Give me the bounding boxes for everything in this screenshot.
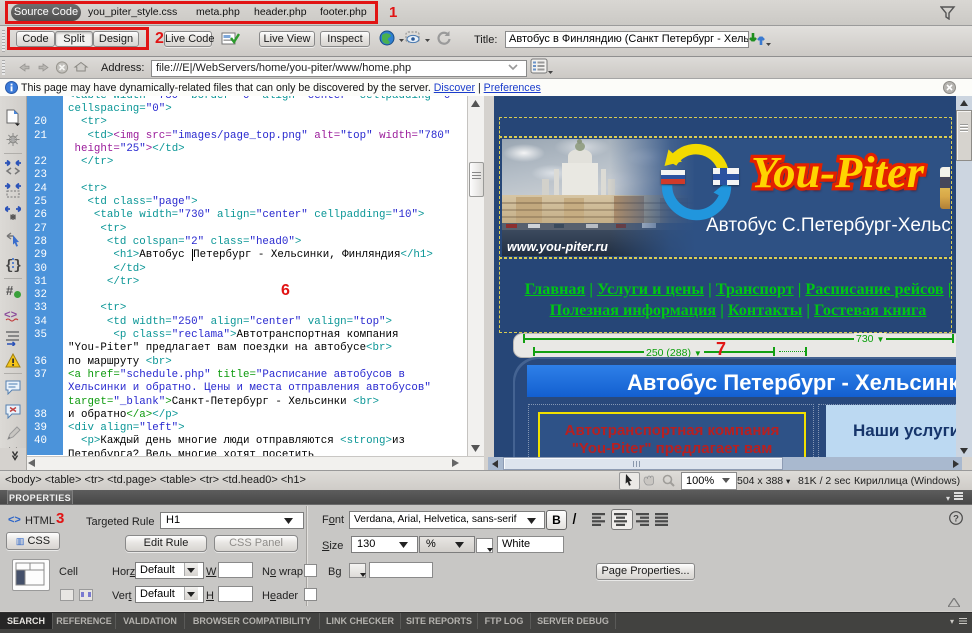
svg-text:?: ? <box>953 513 959 524</box>
svg-text:#: # <box>6 283 14 298</box>
svg-text:{}: {} <box>5 258 21 272</box>
